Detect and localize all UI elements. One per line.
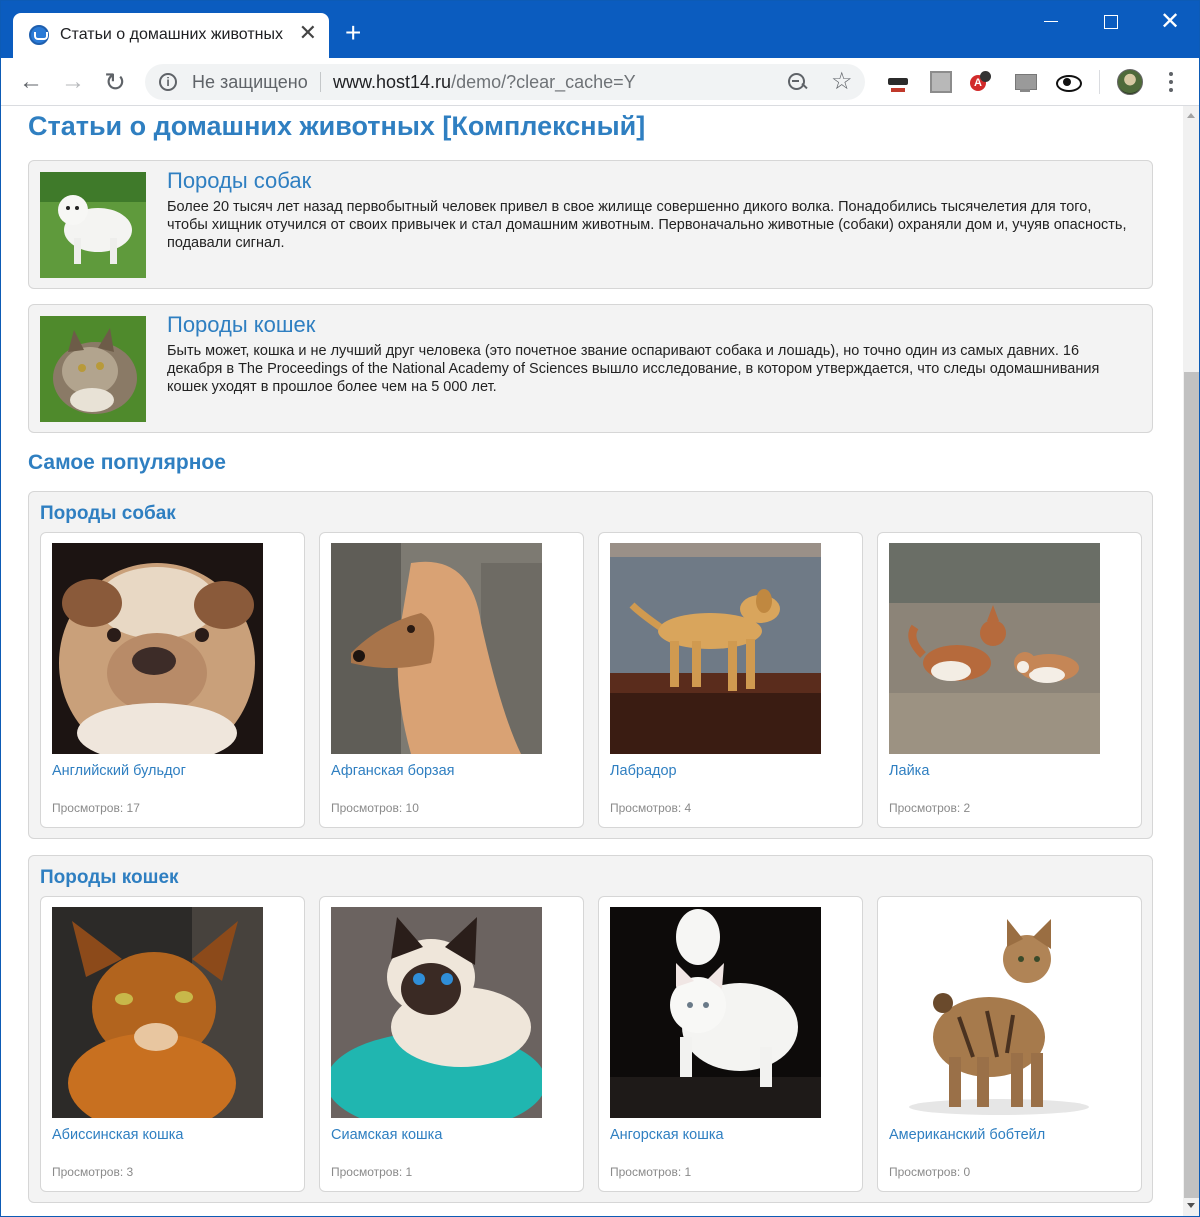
close-window-button[interactable]: ✕ xyxy=(1150,9,1190,39)
security-label[interactable]: Не защищено xyxy=(192,72,308,93)
breed-card[interactable]: Лабрадор Просмотров: 4 xyxy=(598,532,863,828)
tab-close-icon[interactable]: ✕ xyxy=(299,22,317,44)
toolbar-divider xyxy=(1099,70,1100,94)
extension-eye-icon[interactable] xyxy=(1056,71,1082,93)
article-text: Более 20 тысяч лет назад первобытный чел… xyxy=(167,199,1127,251)
scroll-thumb[interactable] xyxy=(1184,372,1199,1198)
labrador-image[interactable] xyxy=(610,543,821,754)
breed-card[interactable]: Американский бобтейл Просмотров: 0 xyxy=(877,896,1142,1192)
browser-tab[interactable]: Статьи о домашних животных ✕ xyxy=(13,13,329,58)
bobtail-cat-image[interactable] xyxy=(889,907,1100,1118)
scroll-down-arrow-icon[interactable] xyxy=(1187,1203,1195,1208)
view-count: Просмотров: 1 xyxy=(331,1165,413,1179)
reload-button[interactable]: ↻ xyxy=(101,68,129,96)
tab-title: Статьи о домашних животных xyxy=(60,26,283,43)
url-host: www.host14.ru xyxy=(333,72,452,92)
omnibox-divider xyxy=(320,72,321,92)
browser-menu-icon[interactable] xyxy=(1161,70,1181,94)
breed-name[interactable]: Лайка xyxy=(889,763,929,779)
article-card: Породы кошек Быть может, кошка и не лучш… xyxy=(28,304,1153,433)
article-title-dogs[interactable]: Породы собак xyxy=(167,168,311,194)
breed-name[interactable]: Афганская борзая xyxy=(331,763,455,779)
laika-image[interactable] xyxy=(889,543,1100,754)
section-title: Породы собак xyxy=(40,503,176,524)
zoom-icon[interactable] xyxy=(786,71,808,93)
browser-window: Статьи о домашних животных ✕ + ✕ ← → ↻ i… xyxy=(0,0,1200,1217)
samoyed-image[interactable] xyxy=(40,172,146,278)
view-count: Просмотров: 1 xyxy=(610,1165,692,1179)
breed-name[interactable]: Лабрадор xyxy=(610,763,677,779)
breed-name[interactable]: Абиссинская кошка xyxy=(52,1127,183,1143)
popular-cats-section: Породы кошек Абиссинская кошка Просмотро… xyxy=(28,855,1153,1203)
view-count: Просмотров: 0 xyxy=(889,1165,971,1179)
view-count: Просмотров: 4 xyxy=(610,801,692,815)
page-scrollbar[interactable] xyxy=(1183,106,1199,1216)
abyssinian-cat-image[interactable] xyxy=(52,907,263,1118)
breed-card[interactable]: Абиссинская кошка Просмотров: 3 xyxy=(40,896,305,1192)
popular-heading: Самое популярное xyxy=(28,451,226,474)
view-count: Просмотров: 3 xyxy=(52,1165,134,1179)
forward-button[interactable]: → xyxy=(59,68,87,96)
view-count: Просмотров: 10 xyxy=(331,801,419,815)
page-viewport: Статьи о домашних животных [Комплексный]… xyxy=(1,106,1183,1216)
extension-translate-icon[interactable] xyxy=(970,71,992,93)
popular-dogs-section: Породы собак Английский бульдог Просмотр… xyxy=(28,491,1153,839)
url-path: /demo/?clear_cache=Y xyxy=(451,72,636,92)
article-card: Породы собак Более 20 тысяч лет назад пе… xyxy=(28,160,1153,289)
breed-card[interactable]: Афганская борзая Просмотров: 10 xyxy=(319,532,584,828)
breed-name[interactable]: Американский бобтейл xyxy=(889,1127,1045,1143)
siamese-cat-image[interactable] xyxy=(331,907,542,1118)
breed-card[interactable]: Английский бульдог Просмотров: 17 xyxy=(40,532,305,828)
breed-card[interactable]: Ангорская кошка Просмотров: 1 xyxy=(598,896,863,1192)
new-tab-button[interactable]: + xyxy=(345,19,361,47)
minimize-button[interactable] xyxy=(1031,9,1071,39)
angora-cat-image[interactable] xyxy=(610,907,821,1118)
maximize-button[interactable] xyxy=(1090,9,1130,39)
breed-name[interactable]: Сиамская кошка xyxy=(331,1127,442,1143)
view-count: Просмотров: 17 xyxy=(52,801,140,815)
scroll-up-arrow-icon[interactable] xyxy=(1187,113,1195,118)
bulldog-image[interactable] xyxy=(52,543,263,754)
afghan-hound-image[interactable] xyxy=(331,543,542,754)
bookmark-star-icon[interactable]: ☆ xyxy=(831,67,853,96)
favicon-icon xyxy=(29,25,49,45)
browser-toolbar: ← → ↻ i Не защищено www.host14.ru/demo/?… xyxy=(1,58,1199,106)
extension-mask-icon[interactable] xyxy=(887,71,909,93)
title-bar: Статьи о домашних животных ✕ + ✕ xyxy=(1,1,1199,58)
breed-card[interactable]: Сиамская кошка Просмотров: 1 xyxy=(319,896,584,1192)
address-bar[interactable]: i Не защищено www.host14.ru/demo/?clear_… xyxy=(145,64,865,100)
info-icon[interactable]: i xyxy=(159,73,177,91)
article-title-cats[interactable]: Породы кошек xyxy=(167,312,315,338)
back-button[interactable]: ← xyxy=(17,68,45,96)
view-count: Просмотров: 2 xyxy=(889,801,971,815)
breed-card[interactable]: Лайка Просмотров: 2 xyxy=(877,532,1142,828)
section-title: Породы кошек xyxy=(40,867,179,888)
url-text[interactable]: www.host14.ru/demo/?clear_cache=Y xyxy=(333,72,636,93)
tabby-cat-image[interactable] xyxy=(40,316,146,422)
profile-avatar[interactable] xyxy=(1117,69,1143,95)
extension-monitor-icon[interactable] xyxy=(1014,71,1037,93)
breed-name[interactable]: Ангорская кошка xyxy=(610,1127,724,1143)
page-title: Статьи о домашних животных [Комплексный] xyxy=(28,111,646,141)
article-text: Быть может, кошка и не лучший друг челов… xyxy=(167,343,1100,395)
extension-box-icon[interactable] xyxy=(930,71,952,93)
breed-name[interactable]: Английский бульдог xyxy=(52,763,186,779)
